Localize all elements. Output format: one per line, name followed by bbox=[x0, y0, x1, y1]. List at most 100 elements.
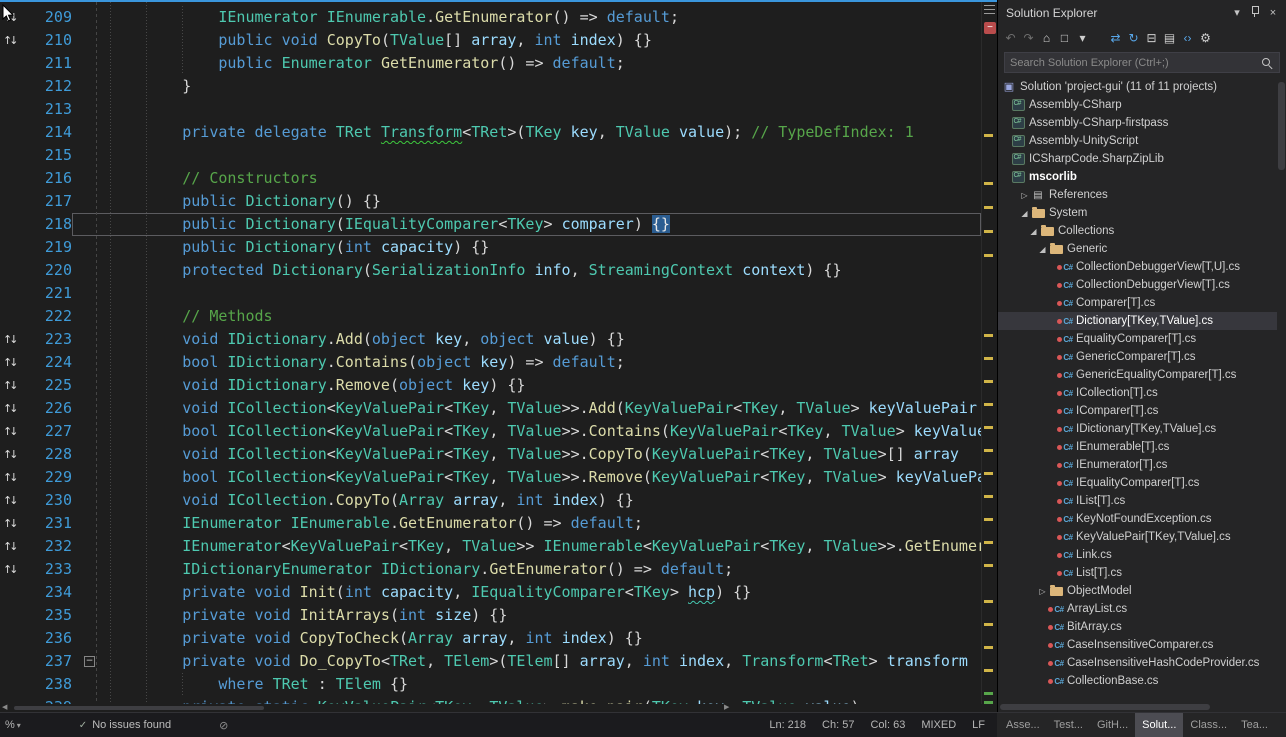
tree-item[interactable]: KeyNotFoundException.cs bbox=[998, 510, 1286, 528]
code-text[interactable]: void IDictionary.Add(object key, object … bbox=[104, 328, 981, 351]
line-number[interactable]: 235 bbox=[26, 604, 72, 627]
status-item[interactable]: Col: 63 bbox=[870, 719, 905, 731]
references-gutter-icon[interactable]: ↑↓ bbox=[0, 351, 26, 374]
tree-item[interactable]: ArrayList.cs bbox=[998, 600, 1286, 618]
code-line[interactable]: ↑↓227 bool ICollection<KeyValuePair<TKey… bbox=[0, 420, 981, 443]
tree-item[interactable]: Dictionary[TKey,TValue].cs bbox=[998, 312, 1286, 330]
status-item[interactable]: Ln: 218 bbox=[769, 719, 806, 731]
code-line[interactable]: 213 bbox=[0, 98, 981, 121]
scroll-left-icon[interactable]: ◀ bbox=[2, 704, 7, 712]
code-line[interactable]: 217 public Dictionary() {} bbox=[0, 190, 981, 213]
code-text[interactable]: void IDictionary.Remove(object key) {} bbox=[104, 374, 981, 397]
tree-item[interactable]: IComparer[T].cs bbox=[998, 402, 1286, 420]
chevron-expanded-icon[interactable]: ◢ bbox=[1028, 227, 1039, 236]
zoom-control[interactable]: % ▾ bbox=[5, 719, 21, 731]
code-text[interactable]: private void CopyToCheck(Array array, in… bbox=[104, 627, 981, 650]
code-line[interactable]: ↑↓210 public void CopyTo(TValue[] array,… bbox=[0, 29, 981, 52]
tree-item[interactable]: CollectionDebuggerView[T,U].cs bbox=[998, 258, 1286, 276]
panel-tab[interactable]: Asse... bbox=[999, 713, 1047, 737]
line-number[interactable]: 231 bbox=[26, 512, 72, 535]
code-text[interactable]: } bbox=[104, 75, 981, 98]
tree-item[interactable]: mscorlib bbox=[998, 168, 1286, 186]
tree-item[interactable]: CollectionBase.cs bbox=[998, 672, 1286, 690]
line-number[interactable]: 220 bbox=[26, 259, 72, 282]
line-number[interactable]: 233 bbox=[26, 558, 72, 581]
tree-vertical-scrollbar[interactable] bbox=[1277, 78, 1286, 700]
line-number[interactable]: 228 bbox=[26, 443, 72, 466]
tree-item[interactable]: Link.cs bbox=[998, 546, 1286, 564]
pin-icon[interactable] bbox=[1246, 5, 1264, 21]
code-line[interactable]: 239 private static KeyValuePair<TKey, TV… bbox=[0, 696, 981, 704]
code-text[interactable]: void ICollection<KeyValuePair<TKey, TVal… bbox=[104, 443, 981, 466]
code-text[interactable]: IEnumerator<KeyValuePair<TKey, TValue>> … bbox=[104, 535, 981, 558]
code-text[interactable]: private static KeyValuePair<TKey, TValue… bbox=[104, 696, 981, 704]
tree-item[interactable]: GenericEqualityComparer[T].cs bbox=[998, 366, 1286, 384]
panel-tab[interactable]: Tea... bbox=[1234, 713, 1275, 737]
references-gutter-icon[interactable]: ↑↓ bbox=[0, 29, 26, 52]
code-line[interactable]: ↑↓209 IEnumerator IEnumerable.GetEnumera… bbox=[0, 6, 981, 29]
references-gutter-icon[interactable]: ↑↓ bbox=[0, 466, 26, 489]
code-text[interactable]: private delegate TRet Transform<TRet>(TK… bbox=[104, 121, 981, 144]
line-number[interactable]: 239 bbox=[26, 696, 72, 704]
tree-item[interactable]: List[T].cs bbox=[998, 564, 1286, 582]
code-text[interactable]: public Enumerator GetEnumerator() => def… bbox=[104, 52, 981, 75]
line-number[interactable]: 227 bbox=[26, 420, 72, 443]
code-text[interactable]: private void Do_CopyTo<TRet, TElem>(TEle… bbox=[104, 650, 981, 673]
editor-horizontal-scrollbar[interactable]: ◀ ▶ bbox=[0, 704, 737, 712]
tree-item[interactable]: ▣Solution 'project-gui' (11 of 11 projec… bbox=[998, 78, 1286, 96]
code-line[interactable]: 235 private void InitArrays(int size) {} bbox=[0, 604, 981, 627]
code-text[interactable]: IEnumerator IEnumerable.GetEnumerator() … bbox=[104, 512, 981, 535]
code-text[interactable]: public Dictionary(int capacity) {} bbox=[104, 236, 981, 259]
code-line[interactable]: ↑↓229 bool ICollection<KeyValuePair<TKey… bbox=[0, 466, 981, 489]
code-line[interactable]: 220 protected Dictionary(SerializationIn… bbox=[0, 259, 981, 282]
references-gutter-icon[interactable]: ↑↓ bbox=[0, 374, 26, 397]
tree-item[interactable]: GenericComparer[T].cs bbox=[998, 348, 1286, 366]
code-line[interactable]: 222 // Methods bbox=[0, 305, 981, 328]
refresh-icon[interactable]: ↻ bbox=[1125, 29, 1142, 47]
references-gutter-icon[interactable]: ↑↓ bbox=[0, 535, 26, 558]
tree-item[interactable]: ◢Collections bbox=[998, 222, 1286, 240]
line-number[interactable]: 215 bbox=[26, 144, 72, 167]
tree-item[interactable]: BitArray.cs bbox=[998, 618, 1286, 636]
code-line[interactable]: 214 private delegate TRet Transform<TRet… bbox=[0, 121, 981, 144]
tree-item[interactable]: Comparer[T].cs bbox=[998, 294, 1286, 312]
code-line[interactable]: ↑↓228 void ICollection<KeyValuePair<TKey… bbox=[0, 443, 981, 466]
line-number[interactable]: 224 bbox=[26, 351, 72, 374]
scope-dropdown-icon[interactable]: ▾ bbox=[1074, 29, 1091, 47]
line-number[interactable]: 237 bbox=[26, 650, 72, 673]
tree-item[interactable]: IEnumerator[T].cs bbox=[998, 456, 1286, 474]
search-input[interactable] bbox=[1005, 57, 1260, 69]
code-line[interactable]: 216 // Constructors bbox=[0, 167, 981, 190]
home-icon[interactable]: ⌂ bbox=[1038, 29, 1055, 47]
code-text[interactable]: IEnumerator IEnumerable.GetEnumerator() … bbox=[104, 6, 981, 29]
references-gutter-icon[interactable]: ↑↓ bbox=[0, 489, 26, 512]
code-line[interactable]: 221 bbox=[0, 282, 981, 305]
tree-item[interactable]: Assembly-UnityScript bbox=[998, 132, 1286, 150]
code-line[interactable]: 238 where TRet : TElem {} bbox=[0, 673, 981, 696]
close-icon[interactable]: × bbox=[1264, 7, 1282, 19]
code-area[interactable]: ↑↓209 IEnumerator IEnumerable.GetEnumera… bbox=[0, 2, 981, 704]
references-gutter-icon[interactable]: ↑↓ bbox=[0, 397, 26, 420]
chevron-collapsed-icon[interactable]: ▷ bbox=[1019, 191, 1030, 200]
code-text[interactable]: private void Init(int capacity, IEqualit… bbox=[104, 581, 981, 604]
code-text[interactable] bbox=[104, 144, 981, 167]
line-number[interactable]: 222 bbox=[26, 305, 72, 328]
code-line[interactable]: 236 private void CopyToCheck(Array array… bbox=[0, 627, 981, 650]
line-number[interactable]: 223 bbox=[26, 328, 72, 351]
code-text[interactable]: void ICollection<KeyValuePair<TKey, TVal… bbox=[104, 397, 981, 420]
code-text[interactable]: bool IDictionary.Contains(object key) =>… bbox=[104, 351, 981, 374]
code-text[interactable]: protected Dictionary(SerializationInfo i… bbox=[104, 259, 981, 282]
code-text[interactable]: where TRet : TElem {} bbox=[104, 673, 981, 696]
references-gutter-icon[interactable]: ↑↓ bbox=[0, 443, 26, 466]
line-number[interactable]: 238 bbox=[26, 673, 72, 696]
collapse-all-icon[interactable]: ⊟ bbox=[1143, 29, 1160, 47]
code-text[interactable]: IDictionaryEnumerator IDictionary.GetEnu… bbox=[104, 558, 981, 581]
code-line[interactable]: ↑↓231 IEnumerator IEnumerable.GetEnumera… bbox=[0, 512, 981, 535]
line-number[interactable]: 229 bbox=[26, 466, 72, 489]
tree-item[interactable]: ◢System bbox=[998, 204, 1286, 222]
line-number[interactable]: 210 bbox=[26, 29, 72, 52]
line-number[interactable]: 218 bbox=[26, 213, 72, 236]
view-code-icon[interactable]: ‹› bbox=[1179, 29, 1196, 47]
zoom-dropdown-icon[interactable]: ▾ bbox=[17, 721, 21, 730]
panel-tab[interactable]: Solut... bbox=[1135, 713, 1183, 737]
